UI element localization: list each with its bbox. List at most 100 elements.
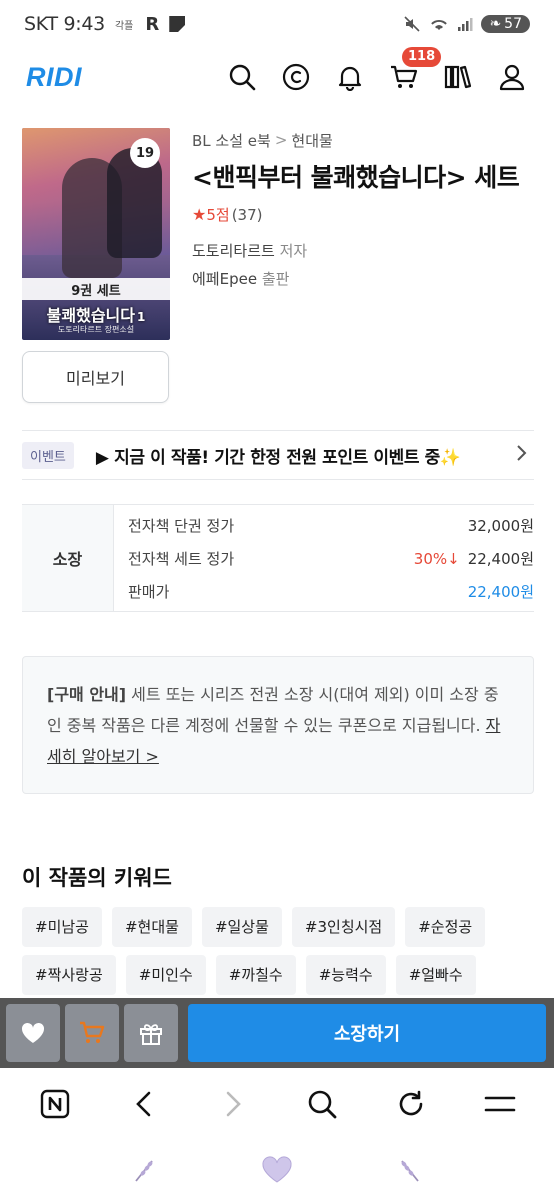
book-cover[interactable]: 19 9권 세트 불쾌했습니다 1 도토리타르트 장편소설 [22,128,170,340]
sale-price-value: 22,400원 [467,583,534,601]
browser-search-button[interactable] [302,1084,342,1124]
price-label: 전자책 세트 정가 [128,550,235,568]
keyword-chip[interactable]: #미인수 [125,955,206,995]
keyword-list: #미남공 #현대물 #일상물 #3인칭시점 #순정공 #짝사랑공 #미인수 #까… [22,907,542,995]
buy-button[interactable]: 소장하기 [188,1004,546,1062]
library-icon [444,65,472,89]
keyword-chip[interactable]: #까칠수 [215,955,296,995]
publisher-line: 에페Epee 출판 [192,265,532,293]
add-to-cart-button[interactable] [65,1004,119,1062]
refresh-icon [399,1090,422,1116]
breadcrumb-category[interactable]: BL 소설 e북 [192,130,271,151]
publisher-link[interactable]: 에페Epee [192,270,257,288]
rating[interactable]: ★ 5점 (37) [192,204,532,225]
status-carrier-extra: 각플 [114,20,134,32]
notification-button[interactable] [334,61,366,93]
menu-button[interactable] [480,1084,520,1124]
author-link[interactable]: 도토리타르트 [192,242,275,260]
app-header: RIDI 118 [0,47,554,106]
purchase-bar: 소장하기 [0,998,554,1068]
author-role: 저자 [279,242,308,260]
search-icon [308,1090,336,1119]
lavender-right-icon[interactable] [394,1155,424,1185]
price-label: 전자책 단권 정가 [128,517,235,535]
publisher-role: 출판 [261,270,290,288]
mute-icon [404,16,421,32]
keywords-title: 이 작품의 키워드 [22,866,172,890]
gift-icon [140,1024,162,1045]
wifi-icon [431,19,448,30]
cash-button[interactable] [280,61,312,93]
notification-icon [169,16,186,32]
heart-icon [21,1022,45,1043]
price-rows: 전자책 단권 정가 32,000원 전자책 세트 정가 30%↓ 22,400원… [114,505,534,611]
bell-icon [338,66,362,91]
lavender-left-icon[interactable] [130,1155,160,1185]
breadcrumb-subcategory[interactable]: 현대물 [291,130,332,151]
price-value: 22,400원 [467,550,534,568]
keyword-chip[interactable]: #순정공 [405,907,486,947]
naver-home-button[interactable] [35,1084,75,1124]
breadcrumb: BL 소설 e북 > 현대물 [192,128,532,152]
event-banner[interactable]: 이벤트 ▶ 지금 이 작품! 기간 한정 전원 포인트 이벤트 중✨ [22,430,534,480]
chevron-right-icon [516,444,528,467]
naver-home-icon [40,1089,69,1119]
keyword-chip[interactable]: #능력수 [305,955,386,995]
book-meta: 도토리타르트 저자 에페Epee 출판 [192,237,532,293]
cover-title: 불쾌했습니다 1 [22,302,170,326]
keyword-chip[interactable]: #3인칭시점 [291,907,396,947]
price-table: 소장 전자책 단권 정가 32,000원 전자책 세트 정가 30%↓ 22,4… [22,504,534,612]
price-value: 32,000원 [467,517,534,535]
back-button[interactable] [124,1084,164,1124]
notice-heading: [구매 안내] [47,685,127,704]
battery-indicator: ❧ 57 [481,15,530,33]
book-info: BL 소설 e북 > 현대물 <밴픽부터 불쾌했습니다> 세트 ★ 5점 (37… [192,128,532,293]
refresh-button[interactable] [391,1084,431,1124]
cart-count-badge: 118 [402,47,442,67]
rating-score: 5점 [206,206,230,224]
keyword-chip[interactable]: #짝사랑공 [22,955,116,995]
author-line: 도토리타르트 저자 [192,237,532,265]
coin-icon [282,63,310,91]
star-icon: ★ [192,205,207,224]
back-icon [135,1091,150,1117]
cover-set-band: 9권 세트 [22,278,170,300]
wishlist-button[interactable] [6,1004,60,1062]
menu-icon [484,1096,515,1112]
battery-level: 57 [504,16,522,32]
preview-button[interactable]: 미리보기 [22,351,169,403]
user-icon [499,64,525,91]
cover-author: 도토리타르트 장편소설 [57,325,135,334]
price-type-label: 소장 [22,505,114,611]
heart-home-icon[interactable] [260,1155,294,1185]
price-row-sale: 판매가 22,400원 [128,575,534,608]
keyword-chip[interactable]: #현대물 [111,907,192,947]
cover-title-text: 불쾌했습니다 [46,306,135,325]
search-button[interactable] [226,61,258,93]
keyword-chip[interactable]: #미남공 [22,907,102,947]
cart-button[interactable]: 118 [388,47,442,93]
system-nav-bar [0,1140,554,1200]
book-title: <밴픽부터 불쾌했습니다> 세트 [192,163,520,192]
cart-icon [80,1021,105,1043]
forward-button[interactable] [213,1084,253,1124]
keyword-chip[interactable]: #일상물 [201,907,282,947]
price-label: 판매가 [128,583,170,601]
cover-volume-badge: 19 [130,138,160,168]
my-page-button[interactable] [496,61,528,93]
discount-rate: 30%↓ [413,549,460,568]
ridi-logo[interactable]: RIDI [26,62,82,93]
r-app-icon: R [145,13,160,35]
status-bar: SKT 9:43 각플 R ❧ 57 [0,0,554,48]
purchase-notice: [구매 안내] 세트 또는 시리즈 전권 소장 시(대여 제외) 이미 소장 중… [22,656,534,794]
gift-button[interactable] [124,1004,178,1062]
cover-vol-text: 1 [136,310,146,324]
library-button[interactable] [442,61,474,93]
browser-nav-bar [0,1068,554,1140]
status-time: SKT 9:43 [24,13,105,35]
search-icon [229,64,256,91]
rating-count: (37) [231,205,263,224]
price-row-single: 전자책 단권 정가 32,000원 [128,509,534,542]
breadcrumb-separator: > [274,131,288,149]
keyword-chip[interactable]: #얼빠수 [395,955,476,995]
